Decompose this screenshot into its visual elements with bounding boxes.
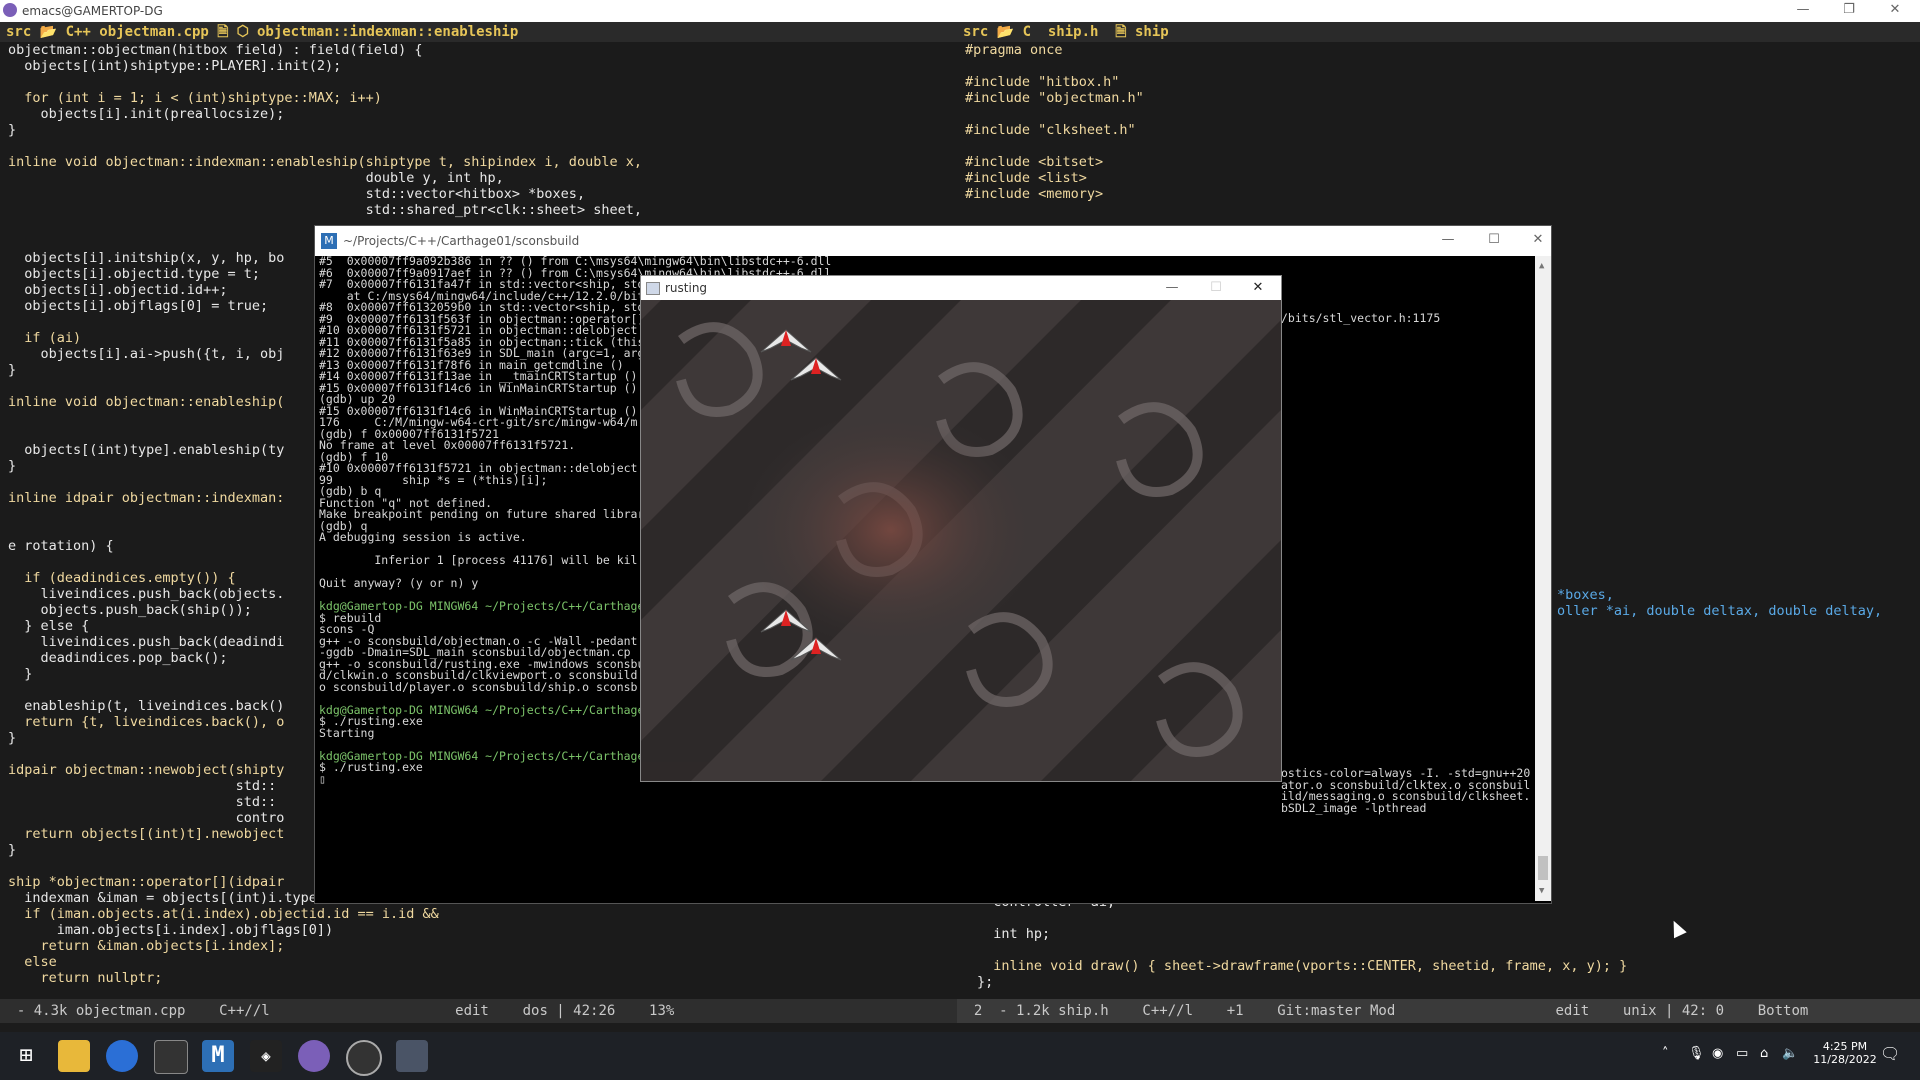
code-line: #include <list> <box>965 170 1087 186</box>
game-titlebar[interactable]: rusting — ☐ ✕ <box>641 276 1281 300</box>
code-line: std::vector<hitbox> *boxes, <box>8 186 586 202</box>
emacs-window-title: emacs@GAMERTOP-DG <box>22 4 163 18</box>
chrome-icon[interactable] <box>106 1040 138 1072</box>
gimp-icon[interactable]: ◈ <box>250 1040 282 1072</box>
game-scene <box>641 300 1281 781</box>
steam-icon[interactable]: ◉ <box>1712 1046 1723 1061</box>
code-line: int hp; <box>977 926 1051 942</box>
close-icon[interactable]: ✕ <box>1235 276 1281 298</box>
code-line: #include "objectman.h" <box>965 90 1144 106</box>
close-icon[interactable]: ✕ <box>1515 230 1561 252</box>
code-line: #pragma once <box>965 42 1063 58</box>
code-line: objects[i].init(preallocsize); <box>8 106 285 122</box>
terminal-line: /bits/stl_vector.h:1175 <box>1281 311 1441 325</box>
microphone-icon[interactable]: 🎙 <box>1688 1046 1705 1061</box>
battery-icon[interactable]: ▭ <box>1736 1046 1748 1061</box>
code-line: else <box>8 954 57 970</box>
tray-chevron-icon[interactable]: ˄ <box>1662 1046 1669 1061</box>
start-icon[interactable]: ⊞ <box>10 1040 42 1072</box>
code-line: inline void draw() { sheet->drawframe(vp… <box>977 958 1628 974</box>
maximize-icon[interactable]: ☐ <box>1193 276 1239 298</box>
code-line: #include "clksheet.h" <box>965 122 1136 138</box>
clock-time: 4:25 PM <box>1822 1040 1868 1053</box>
breadcrumb-header-right: src 📂 C ship.h 🗎 ship <box>957 22 1920 42</box>
restore-icon[interactable]: ❐ <box>1826 0 1872 22</box>
scroll-down-icon[interactable]: ▼ <box>1539 886 1544 896</box>
file-explorer-icon[interactable] <box>58 1040 90 1072</box>
scroll-up-icon[interactable]: ▲ <box>1539 261 1544 271</box>
scroll-thumb[interactable] <box>1538 856 1548 880</box>
modeline-left: - 4.3k objectman.cpp C++//l edit dos | 4… <box>0 999 957 1023</box>
code-line: objectman::objectman(hitbox field) : fie… <box>8 42 423 58</box>
code-line: std::shared_ptr<clk::sheet> sheet, <box>8 202 642 218</box>
game-window[interactable]: rusting — ☐ ✕ <box>640 275 1282 782</box>
code-line: objects[(int)shiptype::PLAYER].init(2); <box>8 58 342 74</box>
rusting-window-icon[interactable] <box>396 1040 428 1072</box>
code-line: for (int i = 1; i < (int)shiptype::MAX; … <box>8 90 382 106</box>
emacs-icon[interactable] <box>298 1040 330 1072</box>
breadcrumb-header-left: src 📂 C++ objectman.cpp 🗎 ⬡ objectman::i… <box>0 22 957 42</box>
code-line: #include <bitset> <box>965 154 1104 170</box>
mintty-icon: M <box>321 233 337 249</box>
game-title: rusting <box>665 281 708 295</box>
volume-icon[interactable]: 🔈 <box>1782 1046 1798 1061</box>
terminal-titlebar[interactable]: M ~/Projects/C++/Carthage01/sconsbuild —… <box>315 226 1551 256</box>
game-app-icon <box>646 282 660 295</box>
terminal-line: bSDL2_image -lpthread <box>1281 801 1427 815</box>
msys-icon[interactable]: M <box>202 1040 234 1072</box>
close-icon[interactable]: ✕ <box>1872 0 1918 22</box>
clock-date: 11/28/2022 <box>1813 1053 1877 1066</box>
terminal-title: ~/Projects/C++/Carthage01/sconsbuild <box>343 234 580 248</box>
code-line: if (iman.objects.at(i.index).objectid.id… <box>8 906 439 922</box>
minimize-icon[interactable]: — <box>1425 230 1471 252</box>
code-fragment-right: *boxes, oller *ai, double deltax, double … <box>1549 587 1882 619</box>
terminal-scrollbar[interactable]: ▲ ▼ <box>1535 256 1551 901</box>
code-line: double y, int hp, <box>8 170 504 186</box>
code-line: return nullptr; <box>8 970 163 986</box>
modeline-right: 2 - 1.2k ship.h C++//l +1 Git:master Mod… <box>957 999 1920 1023</box>
code-line: iman.objects[i.index].objflags[0]) <box>8 922 334 938</box>
clock[interactable]: 4:25 PM 11/28/2022 <box>1800 1040 1890 1066</box>
minimize-icon[interactable]: — <box>1780 0 1826 22</box>
emacs-titlebar: emacs@GAMERTOP-DG — ❐ ✕ <box>0 0 1920 22</box>
code-buffer-ship-bottom[interactable]: controller *ai; int hp; inline void draw… <box>969 894 1627 990</box>
code-line: #include <memory> <box>965 186 1104 202</box>
code-line: return &iman.objects[i.index]; <box>8 938 285 954</box>
minimize-icon[interactable]: — <box>1149 276 1195 298</box>
code-buffer-ship[interactable]: #pragma once #include "hitbox.h" #include … <box>957 42 1920 202</box>
code-line: oller *ai, double deltax, double deltay, <box>1557 603 1883 619</box>
code-line: }; <box>977 974 994 990</box>
maximize-icon[interactable]: ☐ <box>1471 230 1517 252</box>
game-canvas[interactable] <box>641 300 1281 781</box>
code-line: } <box>8 122 17 138</box>
code-line: *boxes, <box>1557 587 1614 603</box>
code-line: inline void objectman::indexman::enables… <box>8 154 642 170</box>
emacs-app-icon <box>3 3 17 17</box>
obs-icon[interactable] <box>346 1040 382 1076</box>
network-icon[interactable]: ⌂ <box>1760 1046 1768 1061</box>
taskbar: ⊞ M ◈ ˄ 🎙 ◉ ▭ ⌂ 🔈 4:25 PM 11/28/2022 🗨 <box>0 1032 1920 1080</box>
terminal-icon[interactable] <box>154 1040 188 1074</box>
notification-icon[interactable]: 🗨 <box>1880 1044 1900 1063</box>
code-line: #include "hitbox.h" <box>965 74 1120 90</box>
